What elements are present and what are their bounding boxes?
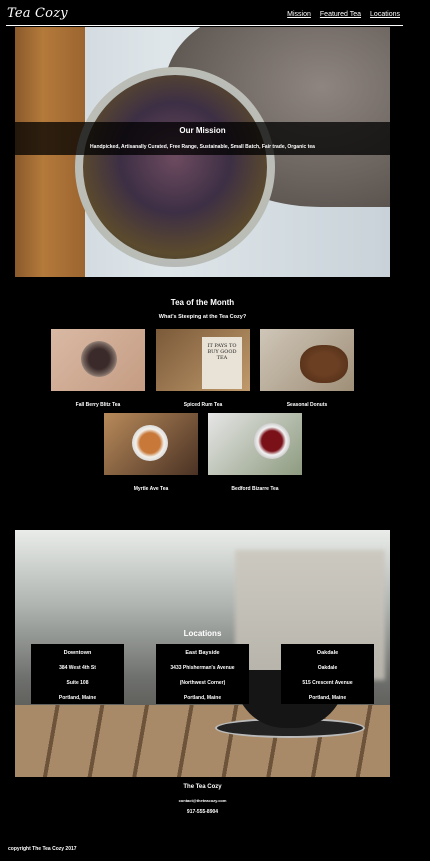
nav-link-featured-tea[interactable]: Featured Tea: [320, 11, 361, 18]
tea-item[interactable]: Spiced Rum Tea: [156, 329, 250, 408]
tea-caption: Spiced Rum Tea: [183, 402, 223, 408]
tea-caption: Seasonal Donuts: [286, 402, 328, 408]
location-line: Oakdale: [317, 665, 338, 671]
location-line: Suite 108: [66, 680, 89, 686]
location-line: (Northwest Corner): [179, 680, 226, 686]
nav-link-locations[interactable]: Locations: [370, 11, 400, 18]
tea-caption: Bedford Bizarre Tea: [231, 486, 279, 492]
header-divider: [6, 25, 403, 26]
tea-caption: Myrtle Ave Tea: [133, 486, 169, 492]
site-header: Tea Cozy Mission Featured Tea Locations: [0, 0, 430, 26]
nav-link-mission[interactable]: Mission: [287, 11, 311, 18]
tea-photo: [104, 413, 198, 475]
tea-of-month-subtitle: What's Steeping at the Tea Cozy?: [158, 314, 247, 320]
tea-photo: [260, 329, 354, 391]
footer-phone: 917-555-8904: [186, 809, 219, 815]
locations-title: Locations: [183, 629, 222, 638]
location-card-downtown: Downtown 384 West 4th St Suite 108 Portl…: [31, 644, 124, 704]
location-line: 384 West 4th St: [59, 665, 96, 671]
location-name: Oakdale: [316, 650, 339, 656]
tea-item[interactable]: Fall Berry Blitz Tea: [51, 329, 145, 408]
location-name: East Bayside: [185, 650, 220, 656]
tea-photo: [51, 329, 145, 391]
location-card-oakdale: Oakdale Oakdale 515 Crescent Avenue Port…: [281, 644, 374, 704]
location-line: Portland, Maine: [308, 695, 347, 701]
location-card-east-bayside: East Bayside 3433 Phisherman's Avenue (N…: [156, 644, 249, 704]
logo[interactable]: Tea Cozy: [7, 6, 68, 21]
tea-jar-image: [75, 67, 275, 267]
tea-caption: Fall Berry Blitz Tea: [75, 402, 121, 408]
location-line: 3433 Phisherman's Avenue: [170, 665, 235, 671]
copyright: copyright The Tea Cozy 2017: [8, 846, 77, 852]
tea-item[interactable]: Seasonal Donuts: [260, 329, 354, 408]
location-name: Downtown: [63, 650, 92, 656]
main-nav: Mission Featured Tea Locations: [287, 11, 400, 18]
tea-of-month-title: Tea of the Month: [170, 298, 235, 307]
tea-item[interactable]: Bedford Bizarre Tea: [208, 413, 302, 492]
footer-email[interactable]: contact@theteacozy.com: [0, 798, 405, 803]
mission-text: Handpicked, Artisanally Curated, Free Ra…: [90, 144, 315, 150]
footer-name: The Tea Cozy: [183, 784, 222, 790]
mission-title: Our Mission: [179, 126, 226, 135]
tea-photo: [156, 329, 250, 391]
location-line: Portland, Maine: [183, 695, 222, 701]
tea-item[interactable]: Myrtle Ave Tea: [104, 413, 198, 492]
location-line: 515 Crescent Avenue: [302, 680, 353, 686]
location-line: Portland, Maine: [58, 695, 97, 701]
mission-section: Our Mission Handpicked, Artisanally Cura…: [15, 27, 390, 277]
locations-section: Locations Downtown 384 West 4th St Suite…: [15, 530, 390, 777]
tea-photo: [208, 413, 302, 475]
